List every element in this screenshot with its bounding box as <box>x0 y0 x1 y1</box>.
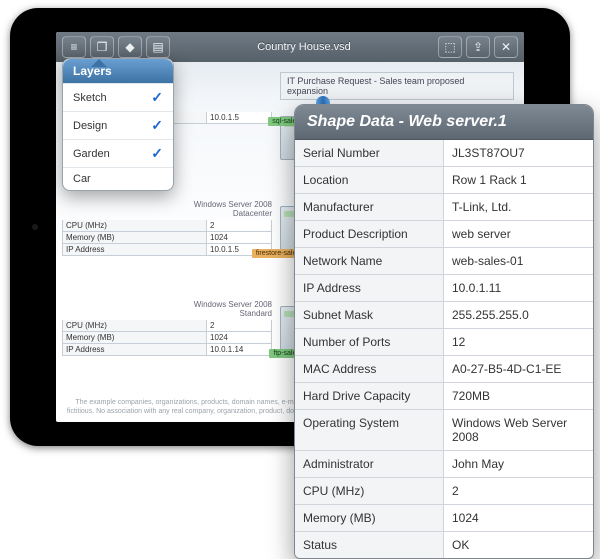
shape-data-key: MAC Address <box>295 356 444 382</box>
toolbar-left: ≡ ❐ ◆ ▤ <box>56 36 176 58</box>
shape-data-row: Memory (MB)1024 <box>295 504 593 531</box>
layers-popover: Layers Sketch ✓ Design ✓ Garden ✓ Car <box>62 58 174 191</box>
shape-data-row: Hard Drive Capacity720MB <box>295 382 593 409</box>
layers-item[interactable]: Garden ✓ <box>63 139 173 167</box>
camera-dot <box>32 224 38 230</box>
shape-data-row: AdministratorJohn May <box>295 450 593 477</box>
shape-data-value: T-Link, Ltd. <box>444 194 593 220</box>
shape-data-row: Number of Ports12 <box>295 328 593 355</box>
shape-data-value: 2 <box>444 478 593 504</box>
shape-data-key: IP Address <box>295 275 444 301</box>
layers-item[interactable]: Sketch ✓ <box>63 83 173 111</box>
server-block-3[interactable]: Windows Server 2008 Standard CPU (MHz)2 … <box>62 300 272 356</box>
purchase-banner: IT Purchase Request - Sales team propose… <box>280 72 514 100</box>
shape-data-value: 255.255.255.0 <box>444 302 593 328</box>
shape-data-value: 1024 <box>444 505 593 531</box>
shape-data-key: Administrator <box>295 451 444 477</box>
shape-data-value: web server <box>444 221 593 247</box>
shape-data-row: CPU (MHz)2 <box>295 477 593 504</box>
shape-data-row: Product Descriptionweb server <box>295 220 593 247</box>
shape-data-value: A0-27-B5-4D-C1-EE <box>444 356 593 382</box>
shape-data-key: Network Name <box>295 248 444 274</box>
shape-data-key: Operating System <box>295 410 444 450</box>
server-block-2[interactable]: Windows Server 2008 Datacenter CPU (MHz)… <box>62 200 272 256</box>
shape-data-value: Windows Web Server 2008 <box>444 410 593 450</box>
shape-data-key: Manufacturer <box>295 194 444 220</box>
server-title: Windows Server 2008 Datacenter <box>62 200 272 218</box>
layers-item-label: Garden <box>73 148 110 160</box>
shape-data-row: StatusOK <box>295 531 593 558</box>
shape-data-value: web-sales-01 <box>444 248 593 274</box>
shape-data-row: Serial NumberJL3ST87OU7 <box>295 140 593 166</box>
shape-data-row: LocationRow 1 Rack 1 <box>295 166 593 193</box>
shape-data-value: 12 <box>444 329 593 355</box>
layers-item[interactable]: Design ✓ <box>63 111 173 139</box>
shape-data-value: 10.0.1.11 <box>444 275 593 301</box>
shape-data-title: Shape Data - Web server.1 <box>295 105 593 140</box>
share-icon[interactable]: ⇪ <box>466 36 490 58</box>
shape-data-row: ManufacturerT-Link, Ltd. <box>295 193 593 220</box>
document-title: Country House.vsd <box>176 41 432 53</box>
list-icon[interactable]: ≡ <box>62 36 86 58</box>
shape-data-value: JL3ST87OU7 <box>444 140 593 166</box>
layers-item[interactable]: Car <box>63 167 173 190</box>
shape-data-row: Network Nameweb-sales-01 <box>295 247 593 274</box>
check-icon: ✓ <box>151 117 163 134</box>
layers-icon[interactable]: ◆ <box>118 36 142 58</box>
grid-icon[interactable]: ▤ <box>146 36 170 58</box>
shape-data-key: Product Description <box>295 221 444 247</box>
shape-data-row: MAC AddressA0-27-B5-4D-C1-EE <box>295 355 593 382</box>
server-title: Windows Server 2008 Standard <box>62 300 272 318</box>
shape-data-value: 720MB <box>444 383 593 409</box>
shape-data-row: Subnet Mask255.255.255.0 <box>295 301 593 328</box>
shape-data-value: Row 1 Rack 1 <box>444 167 593 193</box>
pdf-icon[interactable]: ⬚ <box>438 36 462 58</box>
layers-title: Layers <box>63 59 173 83</box>
shape-data-row: IP Address10.0.1.11 <box>295 274 593 301</box>
shape-data-panel: Shape Data - Web server.1 Serial NumberJ… <box>294 104 594 559</box>
shape-data-key: Status <box>295 532 444 558</box>
shape-data-value: OK <box>444 532 593 558</box>
shape-data-key: Hard Drive Capacity <box>295 383 444 409</box>
shape-data-key: Memory (MB) <box>295 505 444 531</box>
close-icon[interactable]: ✕ <box>494 36 518 58</box>
layers-item-label: Design <box>73 120 107 132</box>
shape-data-key: Serial Number <box>295 140 444 166</box>
toolbar-right: ⬚ ⇪ ✕ <box>432 36 524 58</box>
shape-data-value: John May <box>444 451 593 477</box>
check-icon: ✓ <box>151 145 163 162</box>
layers-item-label: Sketch <box>73 92 107 104</box>
shape-data-key: Subnet Mask <box>295 302 444 328</box>
shape-data-key: CPU (MHz) <box>295 478 444 504</box>
shape-data-key: Location <box>295 167 444 193</box>
shape-data-row: Operating SystemWindows Web Server 2008 <box>295 409 593 450</box>
shape-data-key: Number of Ports <box>295 329 444 355</box>
layers-item-label: Car <box>73 173 91 185</box>
check-icon: ✓ <box>151 89 163 106</box>
